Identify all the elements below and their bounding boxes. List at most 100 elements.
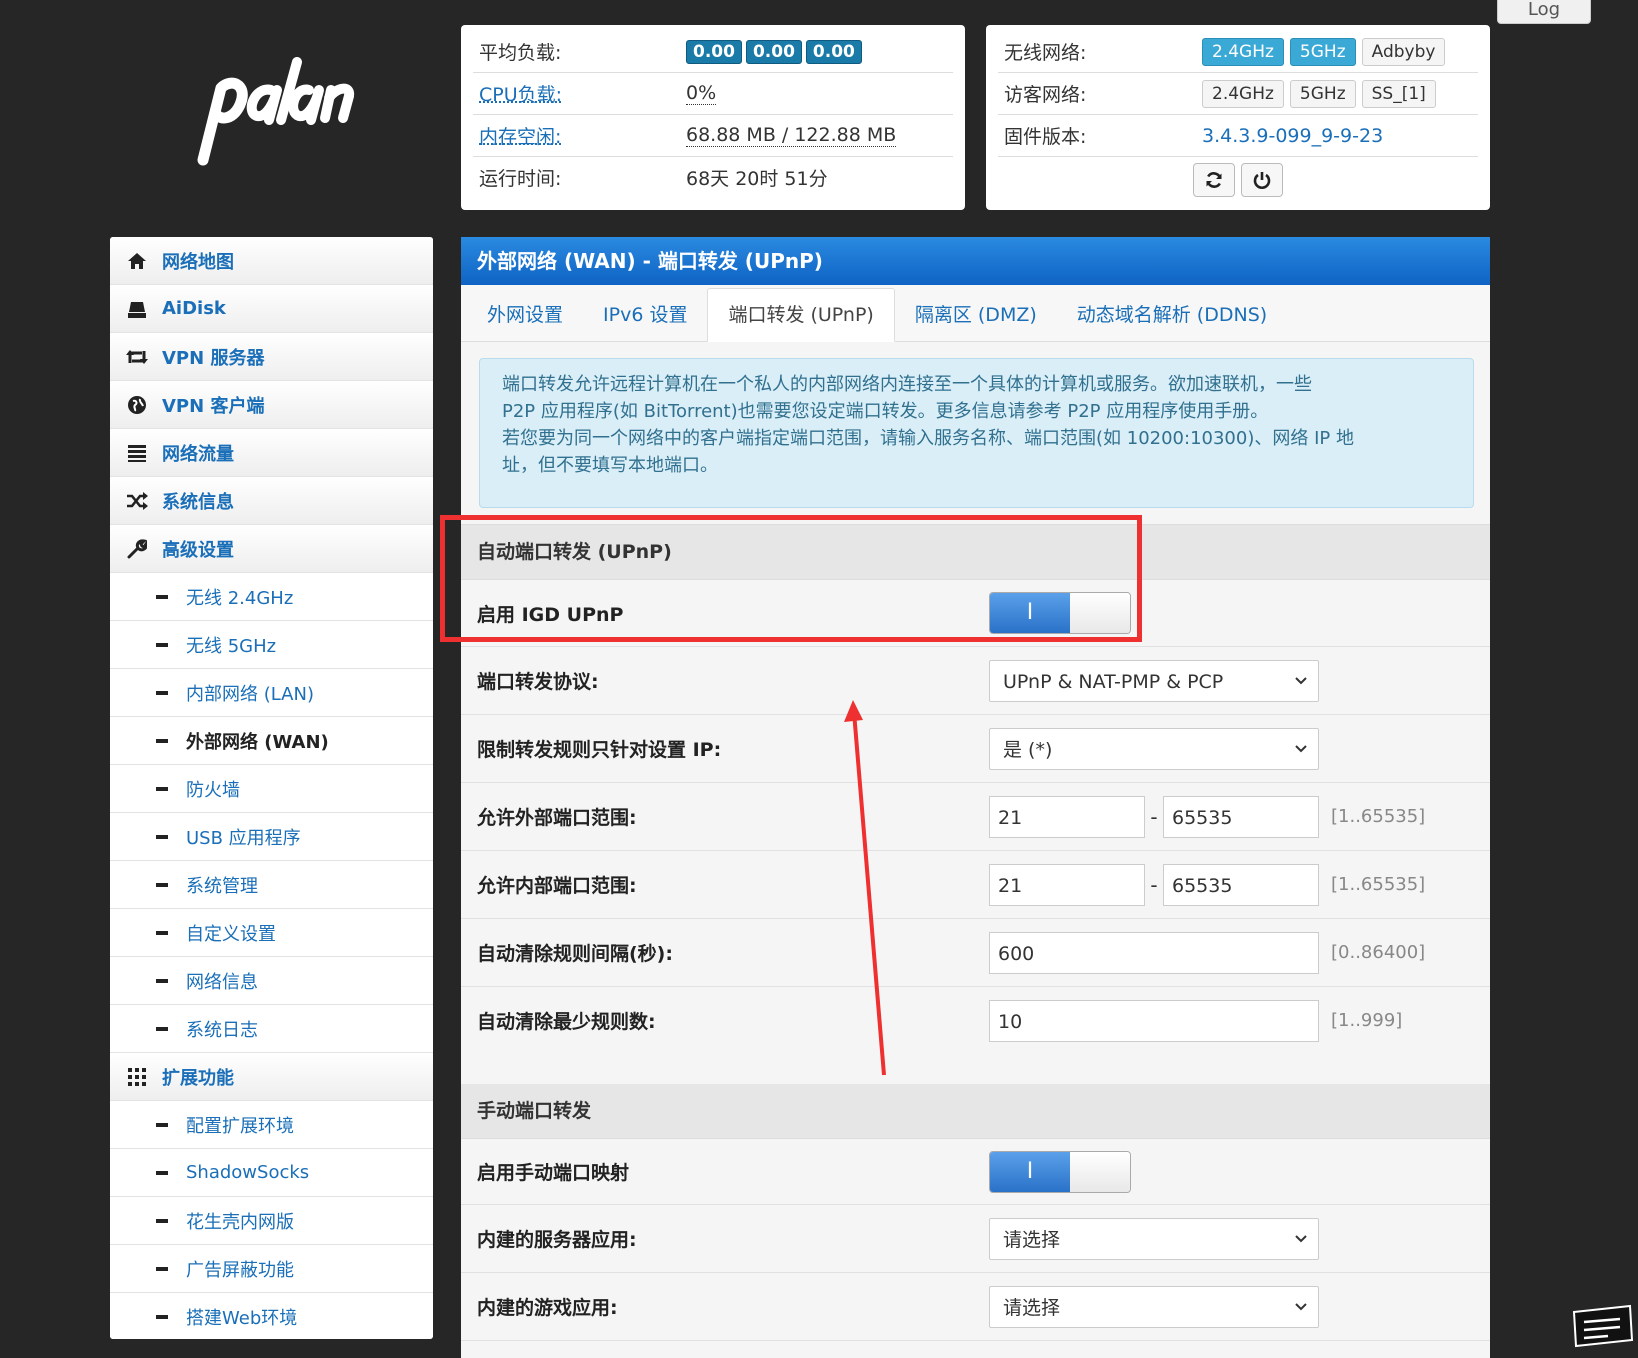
- clean-min-input[interactable]: 10: [989, 999, 1319, 1042]
- sidebar-item-label: 扩展功能: [162, 1067, 234, 1089]
- sidebar-item-system-log[interactable]: 系统日志: [110, 1005, 433, 1053]
- ext-port-to-input[interactable]: 65535: [1163, 795, 1319, 838]
- wifi-24ghz-button[interactable]: 2.4GHz: [1202, 37, 1284, 66]
- main-panel: 外部网络 (WAN) - 端口转发 (UPnP) 外网设置 IPv6 设置 端口…: [461, 237, 1490, 1358]
- cpu-link[interactable]: CPU负载:: [473, 80, 686, 107]
- sidebar-item-label: 广告屏蔽功能: [186, 1259, 294, 1281]
- wifi-5ghz-button[interactable]: 5GHz: [1289, 37, 1356, 66]
- sidebar-item-oray[interactable]: 花生壳内网版: [110, 1197, 433, 1245]
- tab-port-forwarding[interactable]: 端口转发 (UPnP): [707, 288, 895, 342]
- int-port-to-input[interactable]: 65535: [1163, 863, 1319, 906]
- dash-icon: [156, 690, 168, 695]
- sidebar-item-label: 无线 5GHz: [186, 635, 277, 657]
- builtin-server-select[interactable]: 请选择: [989, 1217, 1319, 1260]
- cpu-value: 0%: [686, 82, 717, 105]
- guest-24ghz-button[interactable]: 2.4GHz: [1202, 79, 1284, 108]
- ext-port-range-hint: [1..65535]: [1331, 806, 1426, 827]
- restrict-ip-select[interactable]: 是 (*): [989, 727, 1319, 770]
- chevron-down-icon: [1295, 744, 1307, 752]
- system-status-panel: 平均负载: 0.00 0.00 0.00 CPU负载: 0% 内存空闲: 68.88…: [461, 25, 965, 210]
- wrench-icon: [126, 538, 148, 560]
- firmware-label: 固件版本:: [1004, 126, 1087, 148]
- manual-section-header: 手动端口转发: [461, 1084, 1490, 1139]
- tab-dmz[interactable]: 隔离区 (DMZ): [895, 289, 1057, 341]
- sidebar-item-network-map[interactable]: 网络地图: [110, 237, 433, 285]
- sidebar-item-advanced[interactable]: 高级设置: [110, 525, 433, 573]
- int-port-from-input[interactable]: 21: [989, 863, 1145, 906]
- dash-icon: [156, 642, 168, 647]
- restrict-ip-label: 限制转发规则只针对设置 IP:: [477, 739, 722, 761]
- protocol-selected: UPnP & NAT-PMP & PCP: [1003, 670, 1224, 693]
- guest-5ghz-button[interactable]: 5GHz: [1289, 79, 1356, 108]
- sidebar-item-label: 系统日志: [186, 1019, 258, 1041]
- ext-port-from-input[interactable]: 21: [989, 795, 1145, 838]
- tab-ddns[interactable]: 动态域名解析 (DDNS): [1057, 289, 1287, 341]
- tab-wan-settings[interactable]: 外网设置: [467, 289, 583, 341]
- dash-icon: [156, 978, 168, 983]
- sidebar-item-wan[interactable]: 外部网络 (WAN): [110, 717, 433, 765]
- firmware-version-link[interactable]: 3.4.3.9-099_9-9-23: [1202, 125, 1383, 147]
- reboot-button[interactable]: [1193, 163, 1235, 197]
- sidebar-item-label: 网络信息: [186, 971, 258, 993]
- sidebar-item-extensions[interactable]: 扩展功能: [110, 1053, 433, 1101]
- manual-mapping-toggle[interactable]: I: [989, 1150, 1131, 1193]
- sidebar-item-label: ShadowSocks: [186, 1162, 310, 1183]
- load-1min: 0.00: [686, 39, 742, 64]
- page-title: 外部网络 (WAN) - 端口转发 (UPnP): [461, 237, 1490, 285]
- watermark-logo: [1572, 1304, 1634, 1348]
- sidebar-item-administration[interactable]: 系统管理: [110, 861, 433, 909]
- memory-value: 68.88 MB / 122.88 MB: [686, 124, 897, 147]
- sidebar-item-ext-env[interactable]: 配置扩展环境: [110, 1101, 433, 1149]
- sidebar-item-traffic[interactable]: 网络流量: [110, 429, 433, 477]
- sidebar-item-customization[interactable]: 自定义设置: [110, 909, 433, 957]
- sidebar-item-aidisk[interactable]: AiDisk: [110, 285, 433, 333]
- sidebar-item-lan[interactable]: 内部网络 (LAN): [110, 669, 433, 717]
- log-button[interactable]: Log: [1497, 0, 1591, 24]
- tasks-icon: [126, 442, 148, 464]
- dash-icon: [156, 1266, 168, 1271]
- home-icon: [126, 250, 148, 272]
- chevron-down-icon: [1295, 676, 1307, 684]
- sidebar-item-firewall[interactable]: 防火墙: [110, 765, 433, 813]
- dash-icon: [156, 882, 168, 887]
- restrict-ip-selected: 是 (*): [1003, 738, 1053, 761]
- range-separator: -: [1150, 872, 1158, 897]
- wireless-status-panel: 无线网络: 2.4GHz 5GHz Adbyby 访客网络: 2.4GHz 5G…: [986, 25, 1490, 210]
- memory-link[interactable]: 内存空闲:: [473, 122, 686, 149]
- ss-button[interactable]: SS_[1]: [1361, 79, 1436, 108]
- int-port-range-hint: [1..65535]: [1331, 874, 1426, 895]
- clean-min-hint: [1..999]: [1331, 1010, 1403, 1031]
- sidebar-item-vpn-client[interactable]: VPN 客户端: [110, 381, 433, 429]
- clean-interval-input[interactable]: 600: [989, 931, 1319, 974]
- notice-line: 址，但不要填写本地端口。: [502, 455, 718, 476]
- sidebar-item-label: 高级设置: [162, 539, 234, 561]
- sidebar-item-vpn-server[interactable]: VPN 服务器: [110, 333, 433, 381]
- sidebar-item-wifi-5ghz[interactable]: 无线 5GHz: [110, 621, 433, 669]
- refresh-icon: [1206, 172, 1222, 188]
- sidebar-item-system-info[interactable]: 系统信息: [110, 477, 433, 525]
- dash-icon: [156, 1314, 168, 1319]
- tab-ipv6[interactable]: IPv6 设置: [583, 289, 707, 341]
- guest-row: 访客网络: 2.4GHz 5GHz SS_[1]: [998, 73, 1478, 115]
- sidebar-item-wifi-24ghz[interactable]: 无线 2.4GHz: [110, 573, 433, 621]
- power-button[interactable]: [1241, 163, 1283, 197]
- firmware-row: 固件版本: 3.4.3.9-099_9-9-23: [998, 115, 1478, 157]
- random-icon: [126, 490, 148, 512]
- sidebar-item-web-env[interactable]: 搭建Web环境: [110, 1293, 433, 1339]
- manual-mapping-label: 启用手动端口映射: [477, 1162, 630, 1184]
- range-separator: -: [1150, 804, 1158, 829]
- sidebar-item-network-info[interactable]: 网络信息: [110, 957, 433, 1005]
- sidebar-item-usb-apps[interactable]: USB 应用程序: [110, 813, 433, 861]
- uptime-row: 运行时间: 68天 20时 51分: [473, 157, 953, 198]
- load-15min: 0.00: [805, 39, 862, 64]
- builtin-server-row: 内建的服务器应用: 请选择: [461, 1205, 1490, 1273]
- protocol-select[interactable]: UPnP & NAT-PMP & PCP: [989, 659, 1319, 702]
- builtin-game-select[interactable]: 请选择: [989, 1285, 1319, 1328]
- adbyby-button[interactable]: Adbyby: [1361, 37, 1446, 66]
- sidebar-item-shadowsocks[interactable]: ShadowSocks: [110, 1149, 433, 1197]
- sidebar-item-adblock[interactable]: 广告屏蔽功能: [110, 1245, 433, 1293]
- sidebar-item-label: 搭建Web环境: [186, 1307, 298, 1329]
- chevron-down-icon: [1295, 1302, 1307, 1310]
- load-row: 平均负载: 0.00 0.00 0.00: [473, 31, 953, 73]
- tab-bar: 外网设置 IPv6 设置 端口转发 (UPnP) 隔离区 (DMZ) 动态域名解…: [461, 285, 1490, 342]
